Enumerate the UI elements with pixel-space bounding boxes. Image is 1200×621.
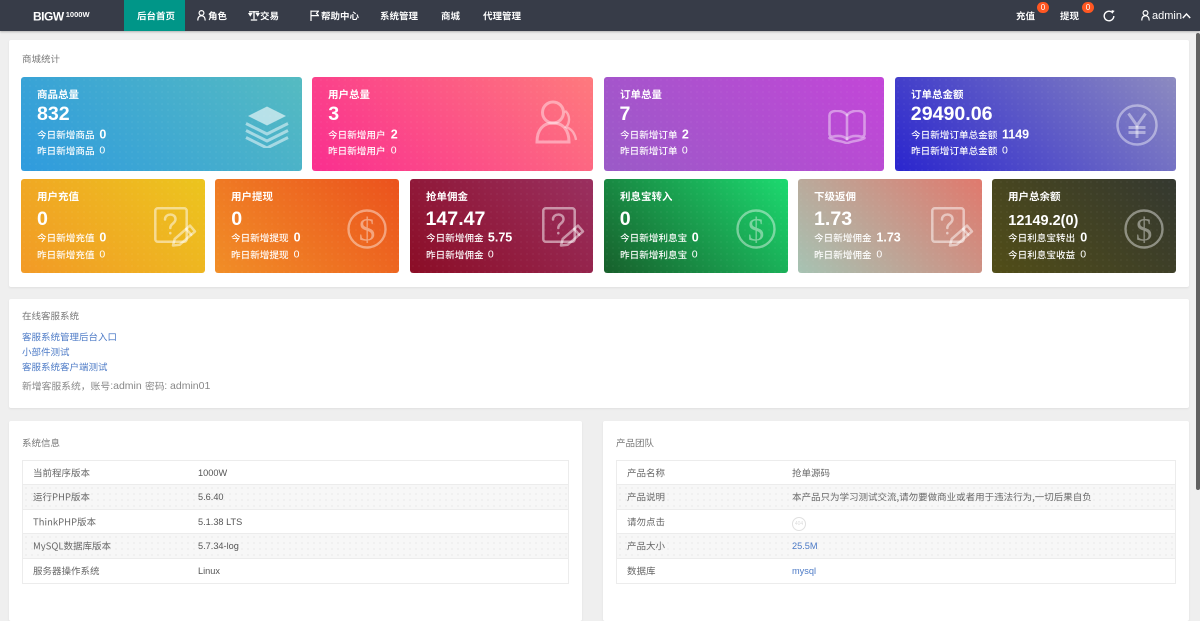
svg-text:$: $ [1136, 213, 1153, 249]
svg-text:$: $ [359, 213, 376, 249]
svg-text:$: $ [747, 213, 764, 249]
